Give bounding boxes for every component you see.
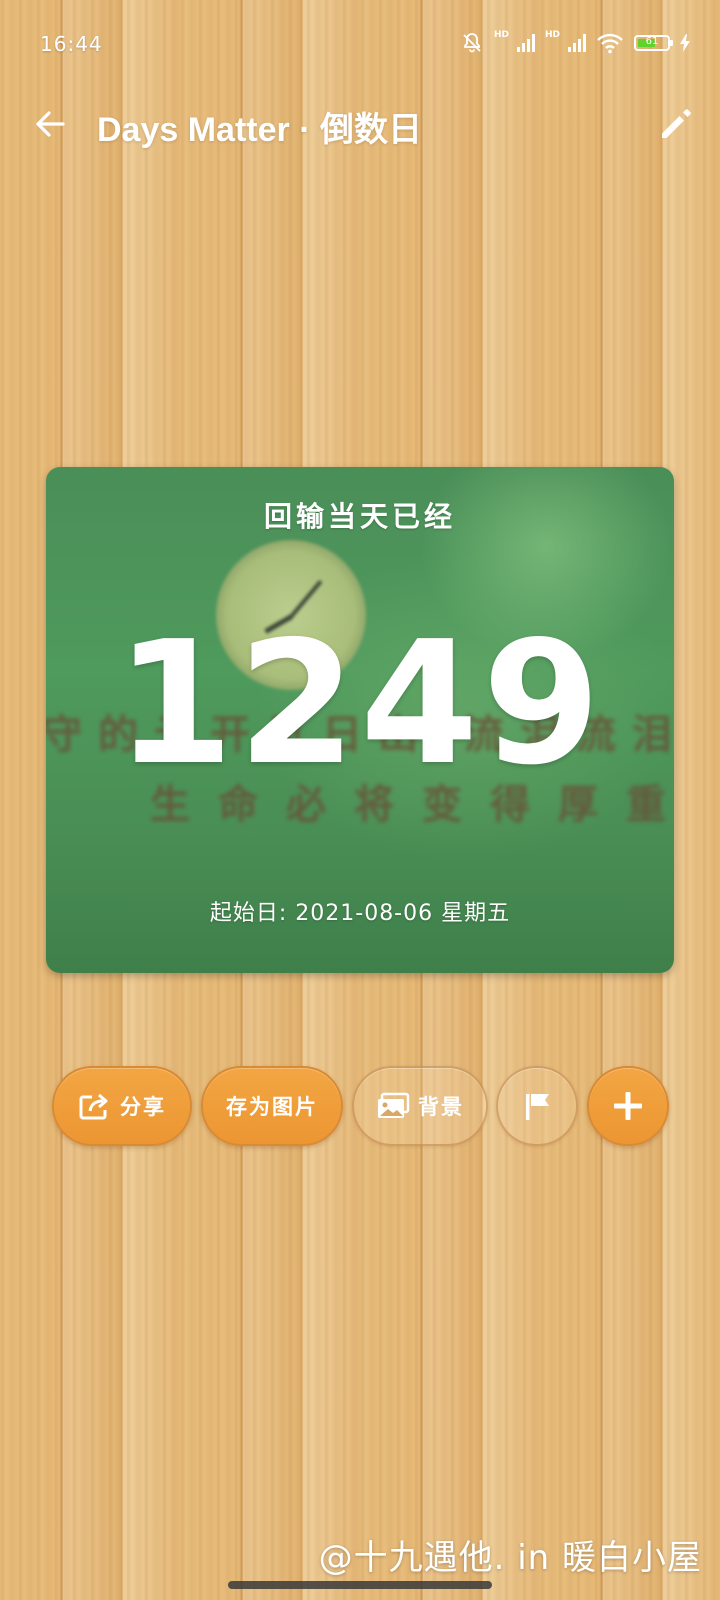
- network-type-label: HD: [493, 30, 509, 40]
- status-icons: HD HD 61: [460, 30, 690, 56]
- battery-percent: 61: [645, 36, 659, 47]
- network-type-label: HD: [544, 30, 560, 40]
- arrow-left-icon[interactable]: [30, 104, 70, 144]
- battery-icon: 61: [634, 35, 673, 51]
- save-as-image-button[interactable]: 存为图片: [201, 1066, 343, 1146]
- save-as-image-label: 存为图片: [226, 1095, 318, 1119]
- mute-bell-icon: [463, 33, 481, 53]
- charging-bolt-icon: [680, 34, 690, 52]
- home-indicator[interactable]: [228, 1581, 492, 1589]
- signal-icon: [568, 34, 586, 52]
- add-button[interactable]: [587, 1066, 669, 1146]
- wifi-icon: [597, 33, 623, 54]
- day-count: 1249: [115, 605, 605, 803]
- page-title: Days Matter · 倒数日: [97, 111, 422, 149]
- image-icon: [378, 1092, 410, 1118]
- status-bar: 16:44 HD HD 61: [0, 0, 720, 88]
- share-label: 分享: [120, 1095, 166, 1119]
- share-button[interactable]: 分享: [52, 1066, 192, 1146]
- action-bar: 分享 存为图片 背景: [0, 1066, 720, 1148]
- share-icon: [79, 1093, 108, 1120]
- app-bar: Days Matter · 倒数日: [0, 88, 720, 158]
- background-button[interactable]: 背景: [352, 1066, 488, 1146]
- plus-icon: [614, 1092, 642, 1120]
- countdown-card[interactable]: 守的云开见日出 流泪流泪后 生命必将变得厚重! 回输当天已经 1249 起始日:…: [46, 467, 674, 973]
- background-label: 背景: [418, 1095, 464, 1119]
- pencil-icon[interactable]: [654, 102, 698, 146]
- card-heading: 回输当天已经: [263, 500, 456, 533]
- watermark: @十九遇他. in 暖白小屋: [318, 1538, 702, 1578]
- status-time: 16:44: [40, 32, 103, 56]
- start-date: 起始日: 2021-08-06 星期五: [209, 901, 511, 926]
- flag-button[interactable]: [496, 1066, 578, 1146]
- flag-icon: [526, 1094, 549, 1120]
- signal-icon: [516, 34, 535, 52]
